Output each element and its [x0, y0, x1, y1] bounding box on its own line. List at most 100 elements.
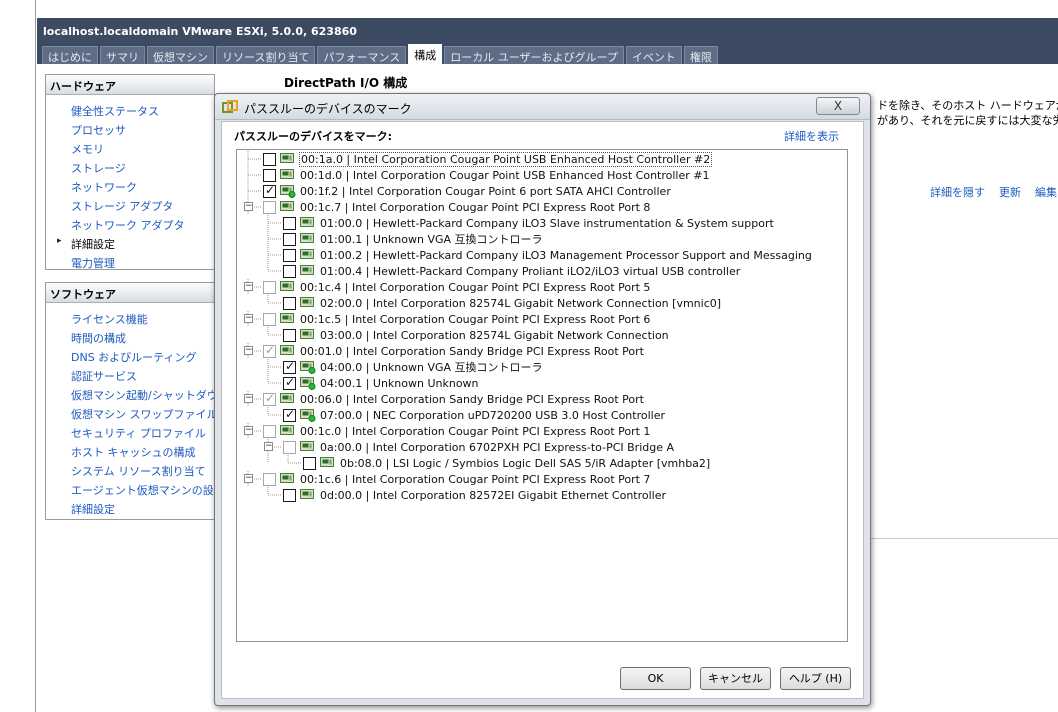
- device-checkbox[interactable]: [263, 391, 276, 406]
- device-row[interactable]: 01:00.0 | Hewlett-Packard Company iLO3 S…: [283, 215, 774, 231]
- device-checkbox[interactable]: [263, 168, 276, 182]
- device-row[interactable]: 0a:00.0 | Intel Corporation 6702PXH PCI …: [283, 439, 674, 455]
- device-row[interactable]: 00:1a.0 | Intel Corporation Cougar Point…: [263, 151, 713, 167]
- device-checkbox[interactable]: [263, 312, 276, 326]
- device-checkbox[interactable]: [263, 343, 276, 358]
- hardware-nav-item[interactable]: ストレージ アダプタ: [46, 196, 214, 215]
- device-checkbox[interactable]: [283, 216, 296, 230]
- device-row[interactable]: 00:01.0 | Intel Corporation Sandy Bridge…: [263, 343, 644, 359]
- refresh-link[interactable]: 更新: [999, 186, 1021, 199]
- tab-0[interactable]: はじめに: [42, 46, 98, 64]
- software-nav-item[interactable]: セキュリティ プロファイル: [46, 423, 214, 442]
- hardware-nav-item[interactable]: ストレージ: [46, 158, 214, 177]
- dialog-title-bar[interactable]: パススルーのデバイスのマーク X: [215, 94, 870, 120]
- tab-1[interactable]: サマリ: [100, 46, 145, 64]
- hardware-nav-item[interactable]: 健全性ステータス: [46, 101, 214, 120]
- hardware-nav-item[interactable]: 詳細設定: [46, 234, 214, 253]
- hide-details-link[interactable]: 詳細を隠す: [930, 186, 985, 199]
- software-nav-item[interactable]: ホスト キャッシュの構成: [46, 442, 214, 461]
- device-row[interactable]: 04:00.1 | Unknown Unknown: [283, 375, 479, 391]
- collapse-toggle-icon[interactable]: −: [244, 474, 253, 483]
- device-row[interactable]: 01:00.4 | Hewlett-Packard Company Prolia…: [283, 263, 740, 279]
- device-row[interactable]: 00:1c.0 | Intel Corporation Cougar Point…: [263, 423, 650, 439]
- close-button[interactable]: X: [816, 97, 860, 115]
- device-checkbox[interactable]: [283, 440, 296, 454]
- hardware-nav-item[interactable]: ネットワーク アダプタ: [46, 215, 214, 234]
- device-checkbox[interactable]: [283, 328, 296, 342]
- software-nav-item[interactable]: DNS およびルーティング: [46, 347, 214, 366]
- software-nav-item[interactable]: 詳細設定: [46, 499, 214, 518]
- tab-8[interactable]: 権限: [683, 46, 718, 64]
- collapse-toggle-icon[interactable]: −: [244, 202, 253, 211]
- device-checkbox[interactable]: [283, 264, 296, 278]
- device-checkbox[interactable]: [263, 183, 276, 198]
- pci-device-icon: [280, 424, 296, 438]
- device-label: 00:06.0 | Intel Corporation Sandy Bridge…: [300, 392, 644, 406]
- tab-7[interactable]: イベント: [625, 46, 682, 64]
- tab-5[interactable]: 構成: [408, 44, 443, 64]
- help-button[interactable]: ヘルプ (H): [780, 667, 851, 690]
- device-checkbox[interactable]: [283, 407, 296, 422]
- device-row[interactable]: 0d:00.0 | Intel Corporation 82572EI Giga…: [283, 487, 666, 503]
- tab-3[interactable]: リソース割り当て: [216, 46, 316, 64]
- show-details-link[interactable]: 詳細を表示: [784, 128, 839, 144]
- device-row[interactable]: 00:06.0 | Intel Corporation Sandy Bridge…: [263, 391, 644, 407]
- device-row[interactable]: 00:1c.7 | Intel Corporation Cougar Point…: [263, 199, 650, 215]
- device-row[interactable]: 00:1c.5 | Intel Corporation Cougar Point…: [263, 311, 650, 327]
- collapse-toggle-icon[interactable]: −: [244, 394, 253, 403]
- pci-device-icon: [300, 232, 316, 246]
- device-label: 01:00.1 | Unknown VGA 互換コントローラ: [320, 233, 543, 246]
- collapse-toggle-icon[interactable]: −: [264, 442, 273, 451]
- device-checkbox[interactable]: [283, 375, 296, 390]
- device-checkbox[interactable]: [283, 359, 296, 374]
- software-nav-item[interactable]: ライセンス機能: [46, 309, 214, 328]
- device-row[interactable]: 02:00.0 | Intel Corporation 82574L Gigab…: [283, 295, 721, 311]
- tab-6[interactable]: ローカル ユーザーおよびグループ: [444, 46, 624, 64]
- hardware-nav-item[interactable]: メモリ: [46, 139, 214, 158]
- hardware-nav-item[interactable]: ネットワーク: [46, 177, 214, 196]
- device-label: 00:1d.0 | Intel Corporation Cougar Point…: [300, 168, 710, 182]
- software-nav-list: ライセンス機能 時間の構成 DNS およびルーティング 認証サービス 仮想マシン起動/シ…: [46, 303, 251, 522]
- device-row[interactable]: 01:00.2 | Hewlett-Packard Company iLO3 M…: [283, 247, 812, 263]
- ok-button[interactable]: OK: [620, 667, 691, 690]
- collapse-toggle-icon[interactable]: −: [244, 426, 253, 435]
- tab-2[interactable]: 仮想マシン: [147, 46, 214, 64]
- tab-4[interactable]: パフォーマンス: [317, 46, 407, 64]
- device-checkbox[interactable]: [283, 488, 296, 502]
- device-row[interactable]: 04:00.0 | Unknown VGA 互換コントローラ: [283, 359, 543, 375]
- pci-device-icon: [280, 152, 296, 166]
- device-row[interactable]: 00:1d.0 | Intel Corporation Cougar Point…: [263, 167, 709, 183]
- device-row[interactable]: 03:00.0 | Intel Corporation 82574L Gigab…: [283, 327, 669, 343]
- device-row[interactable]: 01:00.1 | Unknown VGA 互換コントローラ: [283, 231, 543, 247]
- device-checkbox[interactable]: [263, 472, 276, 486]
- device-checkbox[interactable]: [283, 232, 296, 246]
- device-checkbox[interactable]: [263, 200, 276, 214]
- cancel-button[interactable]: キャンセル: [700, 667, 771, 690]
- hardware-nav-item[interactable]: 電力管理: [46, 253, 214, 272]
- software-nav-item[interactable]: 仮想マシン起動/シャットダウン: [46, 385, 229, 404]
- device-checkbox[interactable]: [263, 424, 276, 438]
- device-row[interactable]: 00:1f.2 | Intel Corporation Cougar Point…: [263, 183, 671, 199]
- software-nav-item[interactable]: 時間の構成: [46, 328, 214, 347]
- device-checkbox[interactable]: [303, 456, 316, 470]
- hardware-nav-list: 健全性ステータス プロセッサ メモリ ストレージ ネットワーク ストレージ アダプタ ネット…: [46, 95, 214, 276]
- software-nav-item[interactable]: エージェント仮想マシンの設定: [46, 480, 225, 499]
- collapse-toggle-icon[interactable]: −: [244, 346, 253, 355]
- device-checkbox[interactable]: [283, 296, 296, 310]
- device-checkbox[interactable]: [283, 248, 296, 262]
- device-row[interactable]: 00:1c.4 | Intel Corporation Cougar Point…: [263, 279, 650, 295]
- collapse-toggle-icon[interactable]: −: [244, 282, 253, 291]
- pci-device-icon: [280, 392, 296, 406]
- software-nav-item[interactable]: 認証サービス: [46, 366, 214, 385]
- device-checkbox[interactable]: [263, 280, 276, 294]
- device-tree[interactable]: 00:1a.0 | Intel Corporation Cougar Point…: [236, 149, 848, 642]
- edit-link[interactable]: 編集: [1035, 186, 1057, 199]
- device-row[interactable]: 0b:08.0 | LSI Logic / Symbios Logic Dell…: [303, 455, 710, 471]
- device-row[interactable]: 07:00.0 | NEC Corporation uPD720200 USB …: [283, 407, 665, 423]
- collapse-toggle-icon[interactable]: −: [244, 314, 253, 323]
- hardware-nav-item[interactable]: プロセッサ: [46, 120, 214, 139]
- device-row[interactable]: 00:1c.6 | Intel Corporation Cougar Point…: [263, 471, 650, 487]
- software-nav-item[interactable]: 仮想マシン スワップファイルの場所: [46, 404, 251, 423]
- device-checkbox[interactable]: [263, 152, 276, 166]
- software-nav-item[interactable]: システム リソース割り当て: [46, 461, 214, 480]
